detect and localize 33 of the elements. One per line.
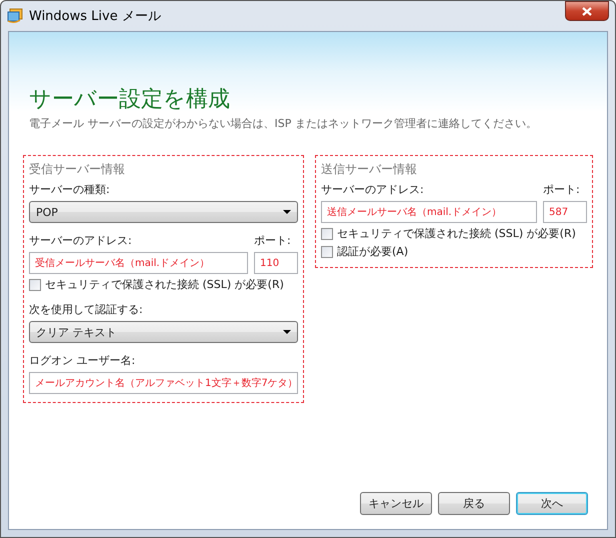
window-title: Windows Live メール [29, 8, 162, 25]
checkbox-label[interactable]: 認証が必要(A) [337, 244, 408, 259]
dropdown-caret-icon [283, 330, 291, 334]
description-text: 電子メール サーバーの設定がわからない場合は、ISP またはネットワーク管理者に連絡してください。 [29, 116, 538, 131]
username-field[interactable]: メールアカウント名（アルファベット1文字＋数字7ケタ） [29, 372, 298, 394]
field-label: ポート: [543, 182, 581, 197]
mail-app-icon [7, 8, 23, 24]
close-icon [582, 6, 592, 16]
checkbox[interactable] [321, 246, 333, 258]
field-label: サーバーのアドレス: [321, 182, 425, 197]
address-field[interactable]: 送信メールサーバ名（mail.ドメイン） [321, 201, 537, 223]
server-type-dropdown[interactable]: POP [29, 201, 298, 223]
group-title: 受信サーバー情報 [29, 161, 126, 178]
field-label: ポート: [254, 233, 292, 248]
close-button[interactable] [565, 1, 609, 21]
dialog-button[interactable]: 戻る [438, 492, 510, 515]
checkbox-label[interactable]: セキュリティで保護された接続 (SSL) が必要(R) [45, 277, 284, 292]
checkbox[interactable] [321, 228, 333, 240]
field-label: ログオン ユーザー名: [29, 353, 136, 368]
field-label: サーバーのアドレス: [29, 233, 133, 248]
checkbox[interactable] [29, 278, 41, 290]
group-title: 送信サーバー情報 [321, 161, 418, 178]
checkbox-label[interactable]: セキュリティで保護された接続 (SSL) が必要(R) [337, 226, 576, 241]
auth-dropdown[interactable]: クリア テキスト [29, 321, 298, 343]
port-field[interactable]: 587 [543, 201, 587, 223]
field-label: サーバーの種類: [29, 182, 111, 197]
address-field[interactable]: 受信メールサーバ名（mail.ドメイン） [29, 252, 248, 274]
field-label: 次を使用して認証する: [29, 302, 144, 317]
dialog-button[interactable]: 次へ [516, 492, 588, 515]
port-field[interactable]: 110 [254, 252, 298, 274]
dropdown-caret-icon [283, 210, 291, 214]
page-heading: サーバー設定を構成 [29, 86, 231, 114]
dialog-button[interactable]: キャンセル [360, 492, 432, 515]
